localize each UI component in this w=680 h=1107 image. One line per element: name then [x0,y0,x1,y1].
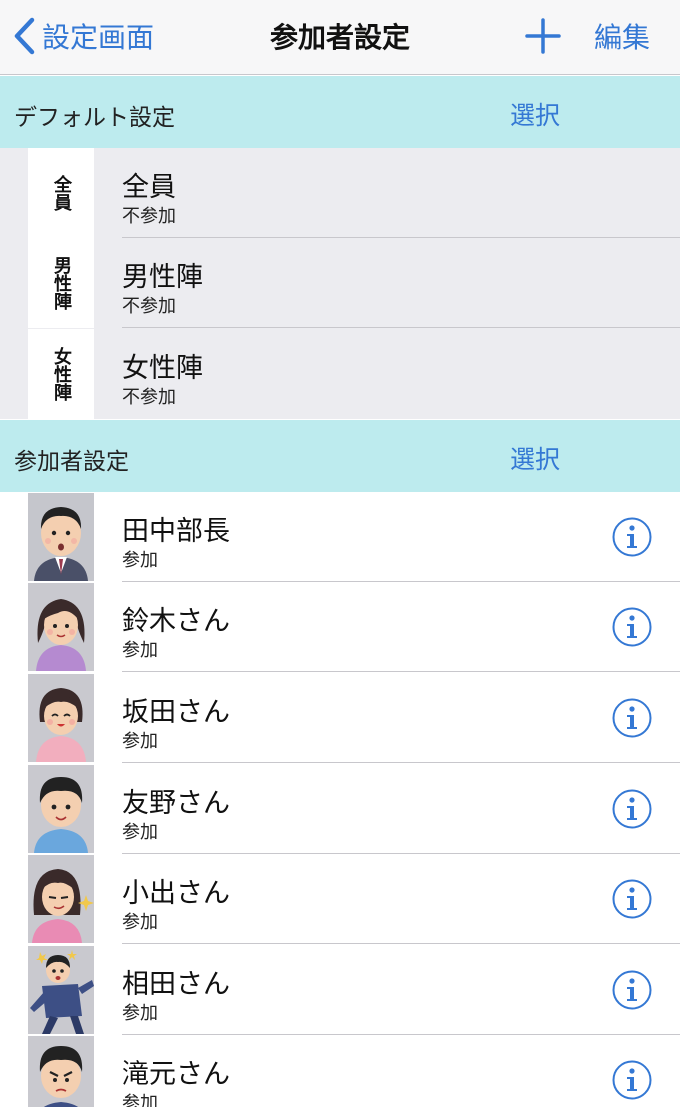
info-icon[interactable] [612,517,652,557]
row-divider [122,943,680,944]
info-icon[interactable] [612,698,652,738]
participant-row[interactable]: 田中部長 参加 [0,492,680,582]
default-settings-list: 全員 全員 不参加 男性陣 男性陣 不参加 女性陣 女性陣 不参加 [0,148,680,419]
participant-name: 坂田さん [122,697,230,728]
chevron-left-icon [14,17,35,55]
participant-status: 参加 [122,1093,158,1107]
group-badge-label: 全員 [51,175,72,211]
female-purple-avatar-icon [28,583,94,671]
participant-status: 参加 [122,640,158,661]
participant-list: 田中部長 参加 鈴木さん 参加 坂田さん 参加 友野さん 参加 小出さん 参加 … [0,492,680,1107]
female-pink-avatar-icon [28,674,94,762]
participant-row[interactable]: 相田さん 参加 [0,945,680,1035]
participant-status: 参加 [122,912,158,933]
group-status: 不参加 [122,387,176,408]
participant-name: 友野さん [122,788,230,819]
group-name: 全員 [122,172,176,203]
row-divider [122,327,680,328]
participant-name: 鈴木さん [122,606,230,637]
participant-name: 相田さん [122,969,230,1000]
avatar [28,765,94,853]
group-badge: 全員 [28,148,94,238]
group-status: 不参加 [122,206,176,227]
male-angry-avatar-icon [28,1036,94,1107]
avatar [28,1036,94,1107]
group-name: 男性陣 [122,262,203,293]
group-badge-label: 男性陣 [51,256,72,310]
row-divider [122,671,680,672]
male-manager-avatar-icon [28,493,94,581]
info-icon[interactable] [612,879,652,919]
avatar [28,946,94,1034]
participant-status: 参加 [122,1003,158,1024]
avatar [28,674,94,762]
participant-row[interactable]: 滝元さん 参加 [0,1035,680,1107]
add-icon[interactable] [524,17,562,55]
info-icon[interactable] [612,970,652,1010]
participant-status: 参加 [122,731,158,752]
group-badge: 女性陣 [28,329,94,419]
navigation-bar: 設定画面 参加者設定 編集 [0,0,680,75]
participant-row[interactable]: 坂田さん 参加 [0,673,680,763]
default-section-header: デフォルト設定 選択 [0,76,680,148]
default-row-women[interactable]: 女性陣 女性陣 不参加 [0,329,680,419]
info-icon[interactable] [612,1060,652,1100]
avatar [28,583,94,671]
participant-status: 参加 [122,822,158,843]
default-row-men[interactable]: 男性陣 男性陣 不参加 [0,238,680,328]
participants-select-button[interactable]: 選択 [510,440,560,476]
participant-row[interactable]: 友野さん 参加 [0,764,680,854]
default-section-title: デフォルト設定 [14,105,175,131]
group-status: 不参加 [122,296,176,317]
male-blue-avatar-icon [28,765,94,853]
avatar [28,855,94,943]
participant-status: 参加 [122,550,158,571]
back-button-label: 設定画面 [42,21,155,54]
participant-row[interactable]: 鈴木さん 参加 [0,582,680,672]
participants-section-header: 参加者設定 選択 [0,420,680,492]
participant-name: 田中部長 [122,516,230,547]
group-name: 女性陣 [122,353,203,384]
female-smug-avatar-icon [28,855,94,943]
participant-name: 滝元さん [122,1059,230,1090]
participant-row[interactable]: 小出さん 参加 [0,854,680,944]
avatar [28,493,94,581]
default-select-button[interactable]: 選択 [510,96,560,132]
default-row-all[interactable]: 全員 全員 不参加 [0,148,680,238]
row-divider [122,762,680,763]
info-icon[interactable] [612,607,652,647]
info-icon[interactable] [612,789,652,829]
group-badge-label: 女性陣 [51,347,72,401]
male-falling-avatar-icon [28,946,94,1034]
participants-section-title: 参加者設定 [14,449,129,475]
back-button[interactable]: 設定画面 [12,14,154,58]
group-badge: 男性陣 [28,238,94,328]
edit-button[interactable]: 編集 [594,16,650,56]
participant-name: 小出さん [122,878,230,909]
